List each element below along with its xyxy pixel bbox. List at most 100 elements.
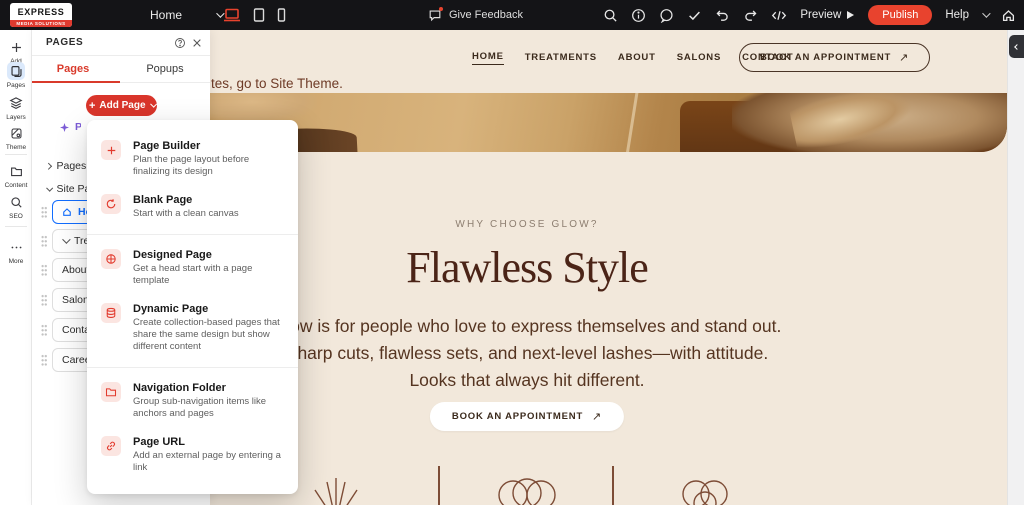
folder-icon [7,162,25,180]
pages-panel-title: PAGES [46,37,84,48]
ornament-divider [612,466,614,505]
rings-ornament [498,478,556,505]
ornament-divider [438,466,440,505]
give-feedback-button[interactable]: Give Feedback [428,0,523,30]
search-icon[interactable] [603,8,618,23]
site-nav-home[interactable]: HOME [472,51,504,65]
device-switcher [222,0,287,30]
sidebar-item-pages[interactable]: Pages [0,62,32,89]
sidebar-item-content[interactable]: Content [0,162,32,189]
express-media-logo[interactable]: EXPRESS MEDIA SOLUTIONS [10,3,72,27]
designed-page-icon [101,249,121,269]
menu-item-desc: Start with a clean canvas [133,208,239,219]
menu-item-title: Designed Page [133,249,212,261]
desktop-device-button[interactable] [222,6,242,24]
collapse-panel-tab[interactable] [1009,35,1024,58]
tab-pages[interactable]: Pages [57,63,89,75]
arrow-up-right-icon: ↗ [899,52,910,64]
logo-line1: EXPRESS [17,6,65,17]
page-item-label: About [62,264,90,276]
add-page-menu: Page Builder Plan the page layout before… [87,120,298,494]
menu-item-title: Page Builder [133,140,201,152]
menu-item-dynamic-page[interactable]: Dynamic Page Create collection-based pag… [87,295,298,361]
help-menu[interactable]: Help [945,9,969,21]
close-icon[interactable] [191,37,203,49]
chevron-down-icon [46,184,53,191]
drag-handle[interactable] [41,235,47,247]
feedback-bubble-icon [428,7,443,22]
sidebar-item-theme[interactable]: Theme [0,124,32,151]
sidebar-item-more[interactable]: More [0,238,32,265]
site-nav-salons[interactable]: SALONS [677,52,721,65]
sidebar-item-seo[interactable]: SEO [0,193,32,220]
preview-button[interactable]: Preview [800,9,855,21]
body-line-3: Looks that always hit different. [409,370,645,390]
ai-suggestion-row[interactable]: P [59,121,81,133]
tablet-device-button[interactable] [252,7,266,23]
chevron-left-icon [1013,43,1020,50]
book-appointment-cta-button[interactable]: BOOK AN APPOINTMENT ↗ [429,402,625,431]
dynamic-page-database-icon [101,303,121,323]
more-dots-icon [7,238,25,256]
chevron-down-icon [62,235,71,244]
menu-item-desc: Get a head start with a page template [133,263,253,286]
editor-sidebar: Add Pages Layers Theme [0,30,32,505]
canvas-scroll-gutter[interactable] [1007,30,1024,505]
save-check-icon[interactable] [687,8,702,23]
arrow-up-right-icon: ↗ [592,411,603,423]
info-icon[interactable] [631,8,646,23]
book-appointment-nav-button[interactable]: BOOK AN APPOINTMENT ↗ [739,43,931,72]
menu-item-blank-page[interactable]: Blank Page Start with a clean canvas [87,186,298,228]
menu-item-title: Blank Page [133,194,193,206]
code-icon[interactable] [771,8,787,23]
home-dashboard-icon[interactable] [1001,8,1016,23]
preview-label: Preview [800,9,842,21]
wix-editor: HOME TREATMENTS ABOUT SALONS CONTACT BOO… [0,0,1024,505]
sidebar-label: Pages [6,82,26,89]
drag-handle[interactable] [41,206,47,218]
body-line-1: Glow is for people who love to express t… [272,316,782,336]
notification-dot [439,7,443,11]
logo-line2: MEDIA SOLUTIONS [10,20,72,27]
redo-icon[interactable] [743,8,758,23]
sidebar-label: Content [4,182,28,189]
menu-item-designed-page[interactable]: Designed Page Get a head start with a pa… [87,241,298,295]
feedback-label: Give Feedback [449,9,523,21]
add-page-button[interactable]: + Add Page [86,95,157,116]
pages-icon [7,62,25,80]
help-circle-icon[interactable] [174,37,186,49]
menu-item-page-url[interactable]: Page URL Add an external page by enterin… [87,428,298,482]
page-url-link-icon [101,436,121,456]
undo-icon[interactable] [715,8,730,23]
pages-panel-tabs: Pages Popups [32,56,210,83]
add-page-label: Add Page [99,100,146,111]
mobile-device-button[interactable] [276,7,287,23]
site-nav-about[interactable]: ABOUT [618,52,656,65]
menu-item-desc: Add an external page by entering a link [133,450,281,473]
menu-item-navigation-folder[interactable]: Navigation Folder Group sub-navigation i… [87,374,298,428]
tab-popups[interactable]: Popups [146,63,183,75]
page-selector[interactable]: Home [150,0,225,30]
sidebar-label: Theme [5,144,27,151]
sunburst-ornament [314,478,358,505]
sidebar-item-add[interactable]: Add [0,38,32,65]
sidebar-item-layers[interactable]: Layers [0,94,32,121]
section-eyebrow: WHY CHOOSE GLOW? [455,219,599,230]
chevron-down-icon[interactable] [982,9,991,18]
site-nav-treatments[interactable]: TREATMENTS [525,52,597,65]
drag-handle[interactable] [41,354,47,366]
menu-item-desc: Group sub-navigation items like anchors … [133,396,267,419]
menu-item-page-builder[interactable]: Page Builder Plan the page layout before… [87,132,298,186]
publish-button[interactable]: Publish [868,5,933,25]
seo-search-icon [7,193,25,211]
layers-icon [7,94,25,112]
drag-handle[interactable] [41,324,47,336]
drag-handle[interactable] [41,294,47,306]
comments-icon[interactable] [659,8,674,23]
site-theme-note-text: tes, go to Site Theme. [211,76,343,91]
sidebar-divider [5,226,27,227]
topbar-actions: Preview Publish Help [603,0,1016,30]
ai-row-label-fragment: P [75,121,81,133]
section-heading: Flawless Style [406,243,648,292]
drag-handle[interactable] [41,264,47,276]
